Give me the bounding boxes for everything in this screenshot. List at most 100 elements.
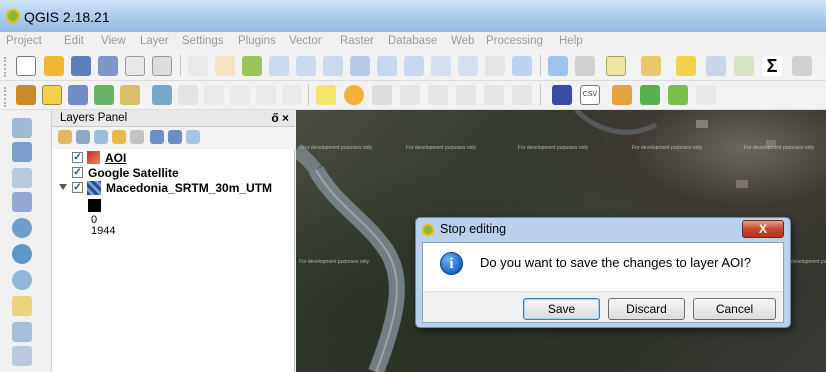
- menu-layer[interactable]: Layer: [140, 35, 169, 47]
- collapse-arrow-icon[interactable]: [59, 184, 67, 190]
- add-raster-layer-icon[interactable]: [12, 142, 32, 162]
- pin-labels-icon[interactable]: [400, 85, 420, 105]
- delete-selected-icon[interactable]: [204, 85, 224, 105]
- toolbar-grip[interactable]: [4, 87, 8, 107]
- node-tool-icon[interactable]: [178, 85, 198, 105]
- cut-features-icon[interactable]: [230, 85, 250, 105]
- python-console-icon[interactable]: [612, 85, 632, 105]
- filter-expression-icon[interactable]: [130, 130, 144, 144]
- move-label-icon[interactable]: [456, 85, 476, 105]
- add-wms-layer-icon[interactable]: [12, 218, 32, 238]
- cancel-button[interactable]: Cancel: [693, 298, 776, 320]
- touch-zoom-icon[interactable]: [188, 56, 208, 76]
- add-wfs-layer-icon[interactable]: [12, 270, 32, 290]
- add-mssql-layer-icon[interactable]: [12, 322, 32, 342]
- new-map-view-icon[interactable]: [485, 56, 505, 76]
- add-vector-layer-icon[interactable]: [12, 118, 32, 138]
- show-hide-labels-icon[interactable]: [428, 85, 448, 105]
- composer-manager-icon[interactable]: [152, 56, 172, 76]
- save-layer-edits-icon[interactable]: [68, 85, 88, 105]
- select-features-icon[interactable]: [606, 56, 626, 76]
- pan-map-icon[interactable]: [215, 56, 235, 76]
- menu-plugins[interactable]: Plugins: [238, 35, 276, 47]
- filter-legend-icon[interactable]: [112, 130, 126, 144]
- menu-web[interactable]: Web: [451, 35, 474, 47]
- layer-name[interactable]: Macedonia_SRTM_30m_UTM: [106, 181, 272, 195]
- layer-visibility-checkbox[interactable]: ✓: [72, 152, 83, 163]
- select-by-value-icon[interactable]: [641, 56, 661, 76]
- graphical-modeler-icon[interactable]: [668, 85, 688, 105]
- measure-line-icon[interactable]: [792, 56, 812, 76]
- add-group-icon[interactable]: [76, 130, 90, 144]
- save-button[interactable]: Save: [523, 298, 600, 320]
- menu-raster[interactable]: Raster: [340, 35, 374, 47]
- menu-vector[interactable]: Vector: [289, 35, 322, 47]
- layer-name[interactable]: AOI: [105, 151, 126, 165]
- refresh-icon[interactable]: [512, 56, 532, 76]
- identify-features-icon[interactable]: [548, 56, 568, 76]
- layers-panel-toolbar: [52, 127, 295, 149]
- layer-diagram-options-icon[interactable]: [344, 85, 364, 105]
- paste-features-icon[interactable]: [282, 85, 302, 105]
- menu-processing[interactable]: Processing: [486, 35, 543, 47]
- layer-visibility-checkbox[interactable]: ✓: [72, 182, 83, 193]
- run-feature-action-icon[interactable]: [575, 56, 595, 76]
- zoom-in-icon[interactable]: [269, 56, 289, 76]
- layer-name[interactable]: Google Satellite: [88, 166, 179, 180]
- processing-toolbox-icon[interactable]: [640, 85, 660, 105]
- georeferencer-icon[interactable]: [696, 85, 716, 105]
- current-edits-icon[interactable]: [16, 85, 36, 105]
- open-project-icon[interactable]: [44, 56, 64, 76]
- menu-edit[interactable]: Edit: [64, 35, 84, 47]
- open-field-calculator-icon[interactable]: [734, 56, 754, 76]
- copy-features-icon[interactable]: [256, 85, 276, 105]
- remove-layer-icon[interactable]: [186, 130, 200, 144]
- move-feature-icon[interactable]: [152, 85, 172, 105]
- zoom-last-icon[interactable]: [431, 56, 451, 76]
- add-postgis-layer-icon[interactable]: [12, 296, 32, 316]
- save-project-icon[interactable]: [71, 56, 91, 76]
- add-delimited-text-icon[interactable]: [12, 168, 32, 188]
- add-vector-layer-icon[interactable]: [552, 85, 572, 105]
- add-csv-layer-icon[interactable]: CSV: [580, 85, 600, 105]
- discard-button[interactable]: Discard: [608, 298, 685, 320]
- menu-database[interactable]: Database: [388, 35, 437, 47]
- layer-labeling-options-icon[interactable]: [316, 85, 336, 105]
- menu-project[interactable]: Project: [6, 35, 42, 47]
- statistical-summary-icon[interactable]: Σ: [762, 56, 782, 76]
- toggle-editing-icon[interactable]: [42, 85, 62, 105]
- zoom-native-icon[interactable]: [323, 56, 343, 76]
- add-feature-icon[interactable]: [94, 85, 114, 105]
- save-as-icon[interactable]: [98, 56, 118, 76]
- open-attribute-table-icon[interactable]: [706, 56, 726, 76]
- window-title: QGIS 2.18.21: [24, 9, 110, 25]
- toolbar-grip[interactable]: [4, 57, 8, 77]
- zoom-to-selection-icon[interactable]: [377, 56, 397, 76]
- dialog-close-button[interactable]: X: [742, 220, 784, 238]
- new-project-icon[interactable]: [16, 56, 36, 76]
- add-circular-string-icon[interactable]: [120, 85, 140, 105]
- zoom-next-icon[interactable]: [458, 56, 478, 76]
- collapse-all-icon[interactable]: [168, 130, 182, 144]
- map-themes-icon[interactable]: [94, 130, 108, 144]
- new-print-composer-icon[interactable]: [125, 56, 145, 76]
- add-wcs-layer-icon[interactable]: [12, 244, 32, 264]
- zoom-to-layer-icon[interactable]: [404, 56, 424, 76]
- highlight-pinned-labels-icon[interactable]: [372, 85, 392, 105]
- panel-float-close-buttons[interactable]: ő ×: [271, 111, 289, 125]
- menu-view[interactable]: View: [101, 35, 126, 47]
- change-label-icon[interactable]: [512, 85, 532, 105]
- expand-all-icon[interactable]: [150, 130, 164, 144]
- add-spatialite-icon[interactable]: [12, 192, 32, 212]
- zoom-full-icon[interactable]: [350, 56, 370, 76]
- zoom-out-icon[interactable]: [296, 56, 316, 76]
- dialog-body: i Do you want to save the changes to lay…: [422, 242, 784, 323]
- layer-visibility-checkbox[interactable]: ✓: [72, 167, 83, 178]
- rotate-label-icon[interactable]: [484, 85, 504, 105]
- menu-help[interactable]: Help: [559, 35, 583, 47]
- style-manager-icon[interactable]: [58, 130, 72, 144]
- pan-to-selection-icon[interactable]: [242, 56, 262, 76]
- menu-settings[interactable]: Settings: [182, 35, 224, 47]
- deselect-features-icon[interactable]: [676, 56, 696, 76]
- new-shapefile-layer-icon[interactable]: [12, 346, 32, 366]
